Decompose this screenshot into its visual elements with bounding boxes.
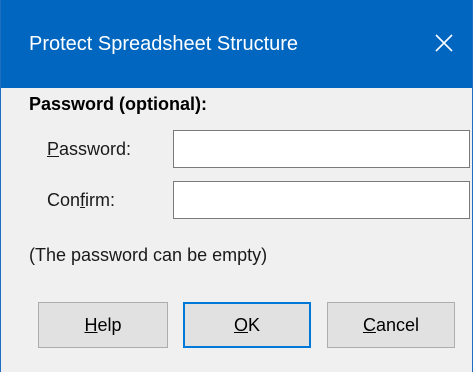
cancel-button-mnemonic: C — [362, 314, 376, 335]
ok-button-label: K — [248, 314, 261, 335]
help-button[interactable]: Help — [38, 302, 168, 348]
password-label: Password: — [47, 139, 131, 160]
close-button[interactable] — [416, 18, 472, 68]
help-button-label: elp — [97, 314, 122, 335]
confirm-label: Confirm: — [47, 190, 115, 211]
password-section-heading: Password (optional): — [29, 94, 208, 114]
dialog-title: Protect Spreadsheet Structure — [29, 33, 299, 55]
ok-button-mnemonic: O — [233, 314, 248, 335]
password-label-mnemonic: P — [47, 139, 60, 159]
close-icon — [435, 34, 453, 52]
cancel-button-label: ancel — [375, 314, 420, 335]
password-input[interactable] — [173, 130, 470, 168]
cancel-button[interactable]: Cancel — [327, 302, 455, 348]
confirm-label-prefix: Con — [47, 190, 81, 210]
password-label-text: assword: — [59, 139, 132, 159]
empty-password-hint: (The password can be empty) — [29, 245, 268, 265]
help-button-mnemonic: H — [84, 314, 98, 335]
protect-structure-dialog: Protect Spreadsheet Structure Password (… — [0, 0, 473, 372]
confirm-input[interactable] — [173, 181, 470, 219]
title-bar[interactable]: Protect Spreadsheet Structure — [1, 0, 472, 88]
confirm-label-text: irm: — [85, 190, 116, 210]
ok-button[interactable]: OK — [183, 302, 311, 348]
